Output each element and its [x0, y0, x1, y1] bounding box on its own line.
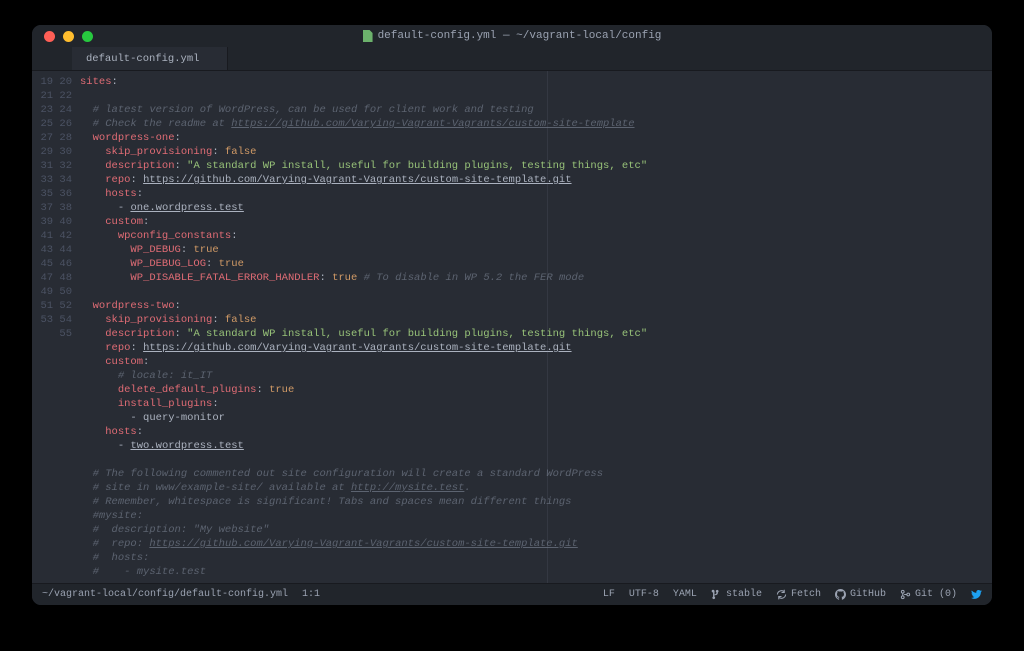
titlebar: default-config.yml — ~/vagrant-local/con…: [32, 25, 992, 47]
status-cursor[interactable]: 1:1: [302, 589, 320, 600]
status-path[interactable]: ~/vagrant-local/config/default-config.ym…: [42, 589, 288, 600]
window-title-text: default-config.yml — ~/vagrant-local/con…: [378, 30, 662, 42]
status-github[interactable]: GitHub: [835, 589, 886, 600]
tab-default-config[interactable]: default-config.yml: [72, 47, 228, 70]
github-icon: [835, 589, 846, 600]
editor-window: default-config.yml — ~/vagrant-local/con…: [32, 25, 992, 605]
tab-label: default-config.yml: [86, 53, 199, 65]
status-eol[interactable]: LF: [603, 589, 615, 600]
status-bar: ~/vagrant-local/config/default-config.ym…: [32, 583, 992, 605]
status-encoding[interactable]: UTF-8: [629, 589, 659, 600]
close-icon[interactable]: [44, 31, 55, 42]
twitter-icon: [971, 589, 982, 600]
editor-area[interactable]: 19 20 21 22 23 24 25 26 27 28 29 30 31 3…: [32, 71, 992, 583]
line-gutter: 19 20 21 22 23 24 25 26 27 28 29 30 31 3…: [32, 71, 80, 583]
status-branch[interactable]: stable: [711, 589, 762, 600]
sync-icon: [776, 589, 787, 600]
window-title: default-config.yml — ~/vagrant-local/con…: [32, 30, 992, 42]
traffic-lights: [32, 31, 93, 42]
maximize-icon[interactable]: [82, 31, 93, 42]
code-content[interactable]: sites: # latest version of WordPress, ca…: [80, 71, 992, 583]
file-icon: [363, 30, 373, 42]
branch-icon: [711, 589, 722, 600]
minimize-icon[interactable]: [63, 31, 74, 42]
status-git[interactable]: Git (0): [900, 589, 957, 600]
status-fetch[interactable]: Fetch: [776, 589, 821, 600]
status-twitter[interactable]: [971, 589, 982, 600]
git-icon: [900, 589, 911, 600]
tab-bar: default-config.yml: [32, 47, 992, 71]
status-lang[interactable]: YAML: [673, 589, 697, 600]
